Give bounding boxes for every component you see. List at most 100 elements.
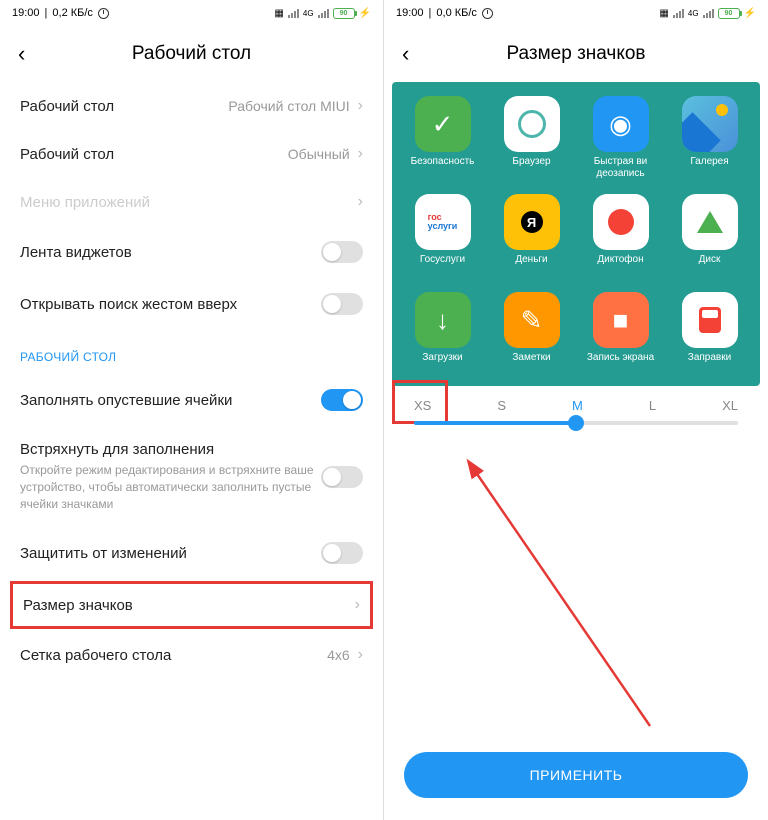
app-label: Заметки — [512, 352, 550, 376]
battery-icon: 90 — [718, 8, 740, 19]
row-label: Рабочий стол — [20, 98, 228, 115]
settings-row[interactable]: Лента виджетов — [0, 226, 383, 278]
alarm-icon — [482, 8, 493, 19]
icon-size-screen: 19:00 | 0,0 КБ/с ▦ 4G 90 ⚡ ‹ Размер знач… — [384, 0, 768, 820]
annotation-arrow — [470, 466, 670, 751]
app-icon-image: госуслуги — [415, 194, 471, 250]
settings-row[interactable]: Рабочий столРабочий стол MIUI › — [0, 82, 383, 130]
row-label: Открывать поиск жестом вверх — [20, 296, 321, 313]
chevron-right-icon: › — [358, 97, 363, 115]
status-bar: 19:00 | 0,0 КБ/с ▦ 4G 90 ⚡ — [384, 0, 768, 26]
charge-icon: ⚡ — [359, 8, 371, 19]
sim-icon: ▦ — [274, 8, 283, 19]
app-icon[interactable]: Галерея — [669, 96, 750, 180]
toggle-switch[interactable] — [321, 466, 363, 488]
chevron-right-icon: › — [358, 145, 363, 163]
app-icon[interactable]: ✎ Заметки — [491, 292, 572, 376]
app-icon[interactable]: Диск — [669, 194, 750, 278]
app-icon-image — [593, 194, 649, 250]
header: ‹ Размер значков — [384, 26, 768, 82]
row-label: Размер значков — [23, 597, 355, 614]
status-time: 19:00 — [396, 7, 424, 19]
row-label: Заполнять опустевшие ячейки — [20, 392, 321, 409]
app-icon-image — [682, 292, 738, 348]
settings-row[interactable]: Заполнять опустевшие ячейки — [0, 374, 383, 426]
app-icon[interactable]: Браузер — [491, 96, 572, 180]
chevron-right-icon: › — [358, 193, 363, 211]
signal-icon-2 — [703, 9, 714, 18]
settings-row[interactable]: Встряхнуть для заполнения Откройте режим … — [0, 426, 383, 527]
app-label: Безопасность — [411, 156, 475, 180]
header: ‹ Рабочий стол — [0, 26, 383, 82]
app-icon-image: ✎ — [504, 292, 560, 348]
app-icon-image: ↓ — [415, 292, 471, 348]
alarm-icon — [98, 8, 109, 19]
toggle-switch[interactable] — [321, 293, 363, 315]
back-button[interactable]: ‹ — [402, 41, 432, 67]
chevron-right-icon: › — [358, 646, 363, 664]
app-icon-image: ◉ — [593, 96, 649, 152]
app-label: Деньги — [515, 254, 547, 278]
row-label: Сетка рабочего стола — [20, 647, 327, 664]
row-value: Обычный — [288, 146, 350, 162]
status-speed: 0,0 КБ/с — [436, 7, 477, 19]
row-value: Рабочий стол MIUI — [228, 98, 349, 114]
app-icon[interactable]: ■ Запись экрана — [580, 292, 661, 376]
row-label: Встряхнуть для заполнения — [20, 441, 321, 458]
app-icon-image — [504, 96, 560, 152]
app-icon-image: ■ — [593, 292, 649, 348]
row-label: Лента виджетов — [20, 244, 321, 261]
app-label: Браузер — [512, 156, 550, 180]
settings-row[interactable]: Меню приложений› — [0, 178, 383, 226]
size-option-s[interactable]: S — [497, 398, 506, 413]
network-label: 4G — [688, 9, 699, 18]
chevron-right-icon: › — [355, 596, 360, 614]
toggle-switch[interactable] — [321, 389, 363, 411]
app-label: Госуслуги — [420, 254, 465, 278]
app-icon[interactable]: ↓ Загрузки — [402, 292, 483, 376]
size-selector: XSSMLXL — [384, 386, 768, 425]
app-icon[interactable]: ЯДеньги — [491, 194, 572, 278]
app-icon[interactable]: госуслуги Госуслуги — [402, 194, 483, 278]
app-icon[interactable]: ◉ Быстрая ви деозапись — [580, 96, 661, 180]
app-icon-image — [682, 96, 738, 152]
settings-row[interactable]: Открывать поиск жестом вверх — [0, 278, 383, 330]
settings-row[interactable]: Защитить от изменений — [0, 527, 383, 579]
annotation-highlight-box — [392, 380, 448, 424]
page-title: Размер значков — [432, 43, 750, 65]
app-label: Запись экрана — [587, 352, 654, 376]
settings-row[interactable]: Рабочий столОбычный › — [0, 130, 383, 178]
charge-icon: ⚡ — [744, 8, 756, 19]
app-label: Быстрая ви деозапись — [580, 156, 661, 180]
battery-icon: 90 — [333, 8, 355, 19]
size-option-m[interactable]: M — [572, 398, 583, 413]
app-icon[interactable]: Диктофон — [580, 194, 661, 278]
settings-row[interactable]: Сетка рабочего стола4x6 › — [0, 631, 383, 679]
apply-button[interactable]: ПРИМЕНИТЬ — [404, 752, 748, 798]
app-label: Загрузки — [422, 352, 462, 376]
app-icon[interactable]: Заправки — [669, 292, 750, 376]
status-time: 19:00 — [12, 7, 40, 19]
app-label: Галерея — [690, 156, 728, 180]
size-slider[interactable] — [414, 421, 738, 425]
signal-icon — [288, 9, 299, 18]
settings-screen: 19:00 | 0,2 КБ/с ▦ 4G 90 ⚡ ‹ Рабочий сто… — [0, 0, 384, 820]
sim-icon: ▦ — [659, 8, 668, 19]
page-title: Рабочий стол — [48, 43, 365, 65]
row-value: 4x6 — [327, 647, 350, 663]
size-option-l[interactable]: L — [649, 398, 656, 413]
size-option-xl[interactable]: XL — [722, 398, 738, 413]
app-label: Заправки — [688, 352, 731, 376]
back-button[interactable]: ‹ — [18, 41, 48, 67]
slider-thumb[interactable] — [568, 415, 584, 431]
icon-preview: ✓ Безопасность Браузер ◉ Быстрая ви деозапис… — [392, 82, 760, 386]
status-bar: 19:00 | 0,2 КБ/с ▦ 4G 90 ⚡ — [0, 0, 383, 26]
toggle-switch[interactable] — [321, 241, 363, 263]
toggle-switch[interactable] — [321, 542, 363, 564]
row-description: Откройте режим редактирования и встряхни… — [20, 462, 321, 512]
settings-row[interactable]: Размер значков› — [10, 581, 373, 629]
app-icon-image: ✓ — [415, 96, 471, 152]
app-icon[interactable]: ✓ Безопасность — [402, 96, 483, 180]
status-speed: 0,2 КБ/с — [52, 7, 93, 19]
row-label: Рабочий стол — [20, 146, 288, 163]
